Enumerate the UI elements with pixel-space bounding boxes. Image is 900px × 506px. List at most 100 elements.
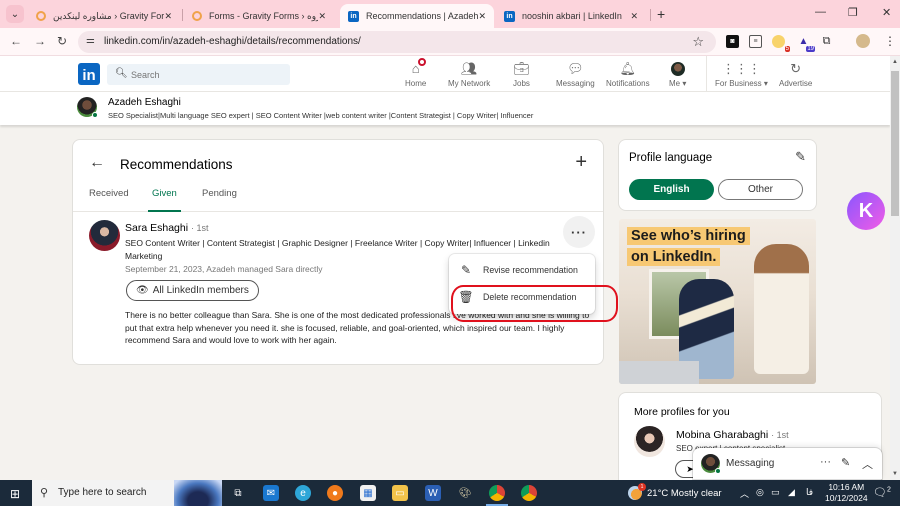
browser-tab[interactable]: in nooshin akbari | LinkedIn ✕ <box>496 4 646 28</box>
reload-button[interactable]: ↻ <box>57 34 67 48</box>
browser-tab[interactable]: Forms - Gravity Forms › ادمین گروه ✕ <box>184 4 334 28</box>
system-clock[interactable]: 10:16 AM 10/12/2024 <box>825 482 868 504</box>
messaging-more-icon[interactable]: ··· <box>820 456 831 468</box>
more-profiles-title: More profiles for you <box>634 406 730 418</box>
close-tab-icon[interactable]: ✕ <box>318 11 326 22</box>
more-options-button[interactable]: ··· <box>563 216 595 248</box>
profile-name[interactable]: Azadeh Eshaghi <box>108 97 181 108</box>
word-app-icon[interactable]: W <box>425 485 441 501</box>
hiring-ad-banner[interactable]: See who’s hiring on LinkedIn. <box>619 219 816 384</box>
home-icon: ⌂ <box>412 58 426 77</box>
compose-message-icon[interactable]: ✎ <box>841 456 850 469</box>
nav-me[interactable]: Me ▾ <box>669 60 686 88</box>
scroll-up-arrow[interactable]: ▲ <box>892 59 898 65</box>
url-text[interactable]: linkedin.com/in/azadeh-eshaghi/details/r… <box>104 36 361 47</box>
show-hidden-icons-chevron[interactable]: ︿ <box>740 487 749 500</box>
browser-profile-avatar[interactable] <box>856 34 870 48</box>
address-bar[interactable]: ⚌ linkedin.com/in/azadeh-eshaghi/details… <box>78 31 716 53</box>
chevron-up-icon[interactable]: ︿ <box>862 456 873 472</box>
browser-menu-icon[interactable]: ⋮ <box>884 34 896 48</box>
windows-start-icon[interactable]: ⊞ <box>10 487 20 501</box>
lightbulb-extension-icon[interactable]: 5 <box>772 35 790 52</box>
scrollbar-thumb[interactable] <box>891 71 899 216</box>
recommendee-name[interactable]: Sara Eshaghi · 1st <box>125 222 208 234</box>
task-view-icon[interactable]: ⧉ <box>230 485 246 501</box>
online-status-dot <box>92 112 98 118</box>
close-tab-icon[interactable]: ✕ <box>478 11 486 22</box>
menu-item-delete[interactable]: 🗑︎ Delete recommendation <box>449 283 595 311</box>
chrome-icon-profile2[interactable] <box>521 485 537 501</box>
paint-app-icon[interactable]: 🎨︎ <box>457 485 473 501</box>
menu-item-revise[interactable]: ✎ Revise recommendation <box>449 256 595 284</box>
input-language-indicator[interactable]: فا <box>806 487 813 498</box>
nav-advertise[interactable]: ↻ Advertise <box>779 60 812 89</box>
visibility-button[interactable]: 👁︎ All LinkedIn members <box>126 280 259 301</box>
profile-language-card: Profile language ✎ English Other <box>619 140 816 210</box>
suggested-profile-avatar[interactable] <box>634 426 665 457</box>
notification-center-icon[interactable]: 🗨︎2 <box>873 486 891 499</box>
language-other-button[interactable]: Other <box>718 179 803 200</box>
camera-tray-icon[interactable]: ◎ <box>756 487 764 498</box>
wifi-tray-icon[interactable]: ◢ <box>788 487 795 498</box>
firefox-icon[interactable]: ● <box>327 485 343 501</box>
restore-button[interactable]: ❐ <box>848 6 858 19</box>
minimize-button[interactable]: — <box>815 6 826 18</box>
tab-search-button[interactable]: ⌄ <box>6 5 24 23</box>
back-arrow-icon[interactable]: ← <box>89 154 105 172</box>
profile-headline: SEO Specialist|Multi language SEO expert… <box>108 111 534 120</box>
nav-jobs[interactable]: 💼︎ Jobs <box>513 60 530 89</box>
nav-divider <box>706 56 707 92</box>
edit-pencil-icon[interactable]: ✎ <box>795 149 806 165</box>
search-input[interactable] <box>131 67 281 82</box>
microsoft-store-icon[interactable]: ▦ <box>360 485 376 501</box>
tab-pending[interactable]: Pending <box>202 188 237 212</box>
site-info-icon[interactable]: ⚌ <box>86 35 95 46</box>
k-extension-fab[interactable]: K <box>847 192 885 230</box>
ad-image-person <box>754 244 809 374</box>
nav-notifications[interactable]: 🔔︎ Notifications <box>606 60 650 89</box>
reader-extension-icon[interactable]: ≡ <box>749 35 762 48</box>
search-icon: ⚲ <box>40 487 49 499</box>
grid-icon: ⋮⋮⋮ <box>721 60 761 76</box>
linkedin-favicon-icon: in <box>504 10 515 22</box>
messaging-overlay[interactable]: Messaging ··· ✎ ︿ <box>693 448 882 479</box>
close-tab-icon[interactable]: ✕ <box>630 11 638 22</box>
chrome-icon-active[interactable] <box>486 485 508 506</box>
notification-dot <box>417 58 426 66</box>
back-button[interactable]: ← <box>10 34 22 48</box>
suggested-profile-name[interactable]: Mobina Gharabaghi · 1st <box>676 429 789 441</box>
nav-for-business[interactable]: ⋮⋮⋮ For Business ▾ <box>715 60 768 89</box>
gravity-forms-icon <box>36 11 46 21</box>
nav-messaging[interactable]: 💬︎ Messaging <box>556 60 595 89</box>
taskbar-search[interactable]: ⚲ Type here to search <box>32 480 222 506</box>
language-english-button[interactable]: English <box>629 179 714 200</box>
messaging-label[interactable]: Messaging <box>726 458 774 469</box>
extension-icon[interactable]: ◙ <box>726 35 739 48</box>
nav-my-network[interactable]: 👥︎ My Network <box>448 60 490 89</box>
browser-tab[interactable]: مشاوره لینکدین › Gravity Forms ✕ <box>28 4 180 28</box>
close-window-button[interactable]: ✕ <box>882 6 891 19</box>
edge-browser-icon[interactable]: e <box>295 485 311 501</box>
bookmark-star-icon[interactable]: ☆ <box>692 34 704 50</box>
recommendee-avatar[interactable] <box>89 220 120 251</box>
extensions-puzzle-icon[interactable]: ⧉ <box>820 35 833 48</box>
linkedin-logo[interactable]: in <box>78 63 100 85</box>
page-scrollbar[interactable]: ▲ ▼ <box>890 56 900 480</box>
nav-home[interactable]: ⌂ Home <box>405 58 426 88</box>
add-recommendation-button[interactable]: + <box>575 151 587 174</box>
battery-tray-icon[interactable]: ▭ <box>771 487 780 498</box>
scroll-down-arrow[interactable]: ▼ <box>892 471 898 477</box>
network-icon: 👥︎ <box>460 60 478 76</box>
tab-given[interactable]: Given <box>148 188 181 212</box>
profile-avatar[interactable] <box>77 97 98 118</box>
forward-button[interactable]: → <box>34 34 46 48</box>
new-tab-button[interactable]: + <box>657 6 665 22</box>
browser-tab-active[interactable]: in Recommendations | Azadeh Esh ✕ <box>340 4 494 28</box>
graduation-extension-icon[interactable]: ▲ 19 <box>797 35 815 52</box>
tab-received[interactable]: Received <box>89 188 129 212</box>
search-box[interactable]: 🔍︎ <box>107 64 290 85</box>
close-tab-icon[interactable]: ✕ <box>164 11 172 22</box>
weather-widget[interactable]: 1 21°C Mostly clear <box>628 483 722 500</box>
mail-app-icon[interactable]: ✉ <box>263 485 279 501</box>
file-explorer-icon[interactable]: ▭ <box>392 485 408 501</box>
